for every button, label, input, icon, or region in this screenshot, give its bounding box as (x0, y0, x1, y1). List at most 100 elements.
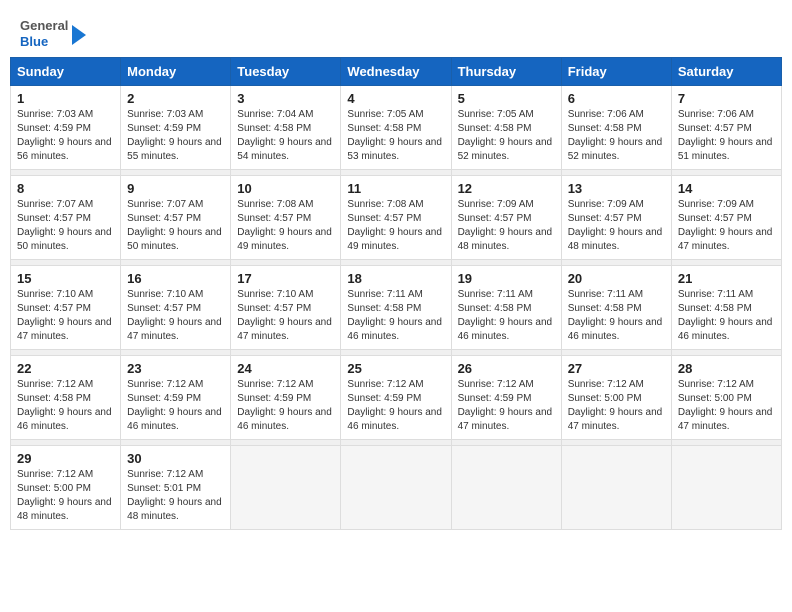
calendar-day-cell: 30 Sunrise: 7:12 AM Sunset: 5:01 PM Dayl… (121, 446, 231, 530)
calendar-day-cell: 23 Sunrise: 7:12 AM Sunset: 4:59 PM Dayl… (121, 356, 231, 440)
calendar-day-cell: 11 Sunrise: 7:08 AM Sunset: 4:57 PM Dayl… (341, 176, 451, 260)
day-info: Sunrise: 7:11 AM Sunset: 4:58 PM Dayligh… (347, 288, 444, 344)
day-number: 9 (127, 181, 224, 196)
logo-arrow-icon (72, 25, 86, 45)
logo-general: General (20, 18, 68, 34)
day-info: Sunrise: 7:09 AM Sunset: 4:57 PM Dayligh… (678, 198, 775, 254)
calendar-day-cell: 21 Sunrise: 7:11 AM Sunset: 4:58 PM Dayl… (671, 266, 781, 350)
calendar-day-cell: 24 Sunrise: 7:12 AM Sunset: 4:59 PM Dayl… (231, 356, 341, 440)
calendar-day-cell: 1 Sunrise: 7:03 AM Sunset: 4:59 PM Dayli… (11, 86, 121, 170)
day-number: 30 (127, 451, 224, 466)
weekday-header: Monday (121, 58, 231, 86)
weekday-header: Wednesday (341, 58, 451, 86)
calendar-day-cell: 16 Sunrise: 7:10 AM Sunset: 4:57 PM Dayl… (121, 266, 231, 350)
calendar-day-cell (561, 446, 671, 530)
day-number: 8 (17, 181, 114, 196)
day-number: 12 (458, 181, 555, 196)
calendar-day-cell (231, 446, 341, 530)
day-info: Sunrise: 7:11 AM Sunset: 4:58 PM Dayligh… (458, 288, 555, 344)
calendar-day-cell: 15 Sunrise: 7:10 AM Sunset: 4:57 PM Dayl… (11, 266, 121, 350)
day-number: 17 (237, 271, 334, 286)
calendar-week-row: 15 Sunrise: 7:10 AM Sunset: 4:57 PM Dayl… (11, 266, 782, 350)
logo-text: General Blue (20, 18, 68, 49)
calendar-day-cell: 19 Sunrise: 7:11 AM Sunset: 4:58 PM Dayl… (451, 266, 561, 350)
day-number: 15 (17, 271, 114, 286)
day-number: 7 (678, 91, 775, 106)
day-info: Sunrise: 7:08 AM Sunset: 4:57 PM Dayligh… (237, 198, 334, 254)
day-number: 5 (458, 91, 555, 106)
day-number: 2 (127, 91, 224, 106)
day-info: Sunrise: 7:12 AM Sunset: 5:00 PM Dayligh… (678, 378, 775, 434)
calendar-week-row: 29 Sunrise: 7:12 AM Sunset: 5:00 PM Dayl… (11, 446, 782, 530)
day-info: Sunrise: 7:10 AM Sunset: 4:57 PM Dayligh… (237, 288, 334, 344)
day-info: Sunrise: 7:12 AM Sunset: 5:00 PM Dayligh… (17, 468, 114, 524)
day-number: 13 (568, 181, 665, 196)
calendar-day-cell: 7 Sunrise: 7:06 AM Sunset: 4:57 PM Dayli… (671, 86, 781, 170)
day-info: Sunrise: 7:06 AM Sunset: 4:57 PM Dayligh… (678, 108, 775, 164)
day-info: Sunrise: 7:03 AM Sunset: 4:59 PM Dayligh… (127, 108, 224, 164)
calendar-day-cell (341, 446, 451, 530)
day-number: 14 (678, 181, 775, 196)
calendar-week-row: 1 Sunrise: 7:03 AM Sunset: 4:59 PM Dayli… (11, 86, 782, 170)
calendar-day-cell: 28 Sunrise: 7:12 AM Sunset: 5:00 PM Dayl… (671, 356, 781, 440)
day-number: 25 (347, 361, 444, 376)
day-number: 29 (17, 451, 114, 466)
calendar-day-cell: 27 Sunrise: 7:12 AM Sunset: 5:00 PM Dayl… (561, 356, 671, 440)
day-number: 21 (678, 271, 775, 286)
day-number: 11 (347, 181, 444, 196)
day-info: Sunrise: 7:10 AM Sunset: 4:57 PM Dayligh… (17, 288, 114, 344)
calendar-table: SundayMondayTuesdayWednesdayThursdayFrid… (10, 57, 782, 530)
calendar-day-cell: 8 Sunrise: 7:07 AM Sunset: 4:57 PM Dayli… (11, 176, 121, 260)
day-info: Sunrise: 7:09 AM Sunset: 4:57 PM Dayligh… (568, 198, 665, 254)
day-info: Sunrise: 7:03 AM Sunset: 4:59 PM Dayligh… (17, 108, 114, 164)
day-info: Sunrise: 7:12 AM Sunset: 4:59 PM Dayligh… (458, 378, 555, 434)
calendar-day-cell: 12 Sunrise: 7:09 AM Sunset: 4:57 PM Dayl… (451, 176, 561, 260)
day-number: 20 (568, 271, 665, 286)
day-info: Sunrise: 7:12 AM Sunset: 4:59 PM Dayligh… (237, 378, 334, 434)
logo: General Blue (20, 18, 86, 49)
day-number: 16 (127, 271, 224, 286)
day-number: 4 (347, 91, 444, 106)
weekday-header: Thursday (451, 58, 561, 86)
calendar-header-row: SundayMondayTuesdayWednesdayThursdayFrid… (11, 58, 782, 86)
calendar-day-cell: 20 Sunrise: 7:11 AM Sunset: 4:58 PM Dayl… (561, 266, 671, 350)
day-number: 18 (347, 271, 444, 286)
day-info: Sunrise: 7:12 AM Sunset: 4:59 PM Dayligh… (127, 378, 224, 434)
header: General Blue (10, 10, 782, 53)
day-number: 27 (568, 361, 665, 376)
calendar-day-cell: 26 Sunrise: 7:12 AM Sunset: 4:59 PM Dayl… (451, 356, 561, 440)
calendar-day-cell: 4 Sunrise: 7:05 AM Sunset: 4:58 PM Dayli… (341, 86, 451, 170)
calendar-day-cell: 2 Sunrise: 7:03 AM Sunset: 4:59 PM Dayli… (121, 86, 231, 170)
calendar-day-cell (671, 446, 781, 530)
day-number: 22 (17, 361, 114, 376)
day-info: Sunrise: 7:11 AM Sunset: 4:58 PM Dayligh… (678, 288, 775, 344)
day-info: Sunrise: 7:09 AM Sunset: 4:57 PM Dayligh… (458, 198, 555, 254)
day-info: Sunrise: 7:12 AM Sunset: 5:00 PM Dayligh… (568, 378, 665, 434)
day-number: 19 (458, 271, 555, 286)
calendar-day-cell: 25 Sunrise: 7:12 AM Sunset: 4:59 PM Dayl… (341, 356, 451, 440)
day-info: Sunrise: 7:05 AM Sunset: 4:58 PM Dayligh… (458, 108, 555, 164)
day-info: Sunrise: 7:04 AM Sunset: 4:58 PM Dayligh… (237, 108, 334, 164)
day-info: Sunrise: 7:11 AM Sunset: 4:58 PM Dayligh… (568, 288, 665, 344)
weekday-header: Tuesday (231, 58, 341, 86)
calendar-day-cell: 9 Sunrise: 7:07 AM Sunset: 4:57 PM Dayli… (121, 176, 231, 260)
day-info: Sunrise: 7:07 AM Sunset: 4:57 PM Dayligh… (17, 198, 114, 254)
calendar-day-cell: 6 Sunrise: 7:06 AM Sunset: 4:58 PM Dayli… (561, 86, 671, 170)
day-number: 28 (678, 361, 775, 376)
day-number: 10 (237, 181, 334, 196)
calendar-day-cell: 17 Sunrise: 7:10 AM Sunset: 4:57 PM Dayl… (231, 266, 341, 350)
day-number: 24 (237, 361, 334, 376)
day-info: Sunrise: 7:06 AM Sunset: 4:58 PM Dayligh… (568, 108, 665, 164)
calendar-day-cell: 3 Sunrise: 7:04 AM Sunset: 4:58 PM Dayli… (231, 86, 341, 170)
logo-blue: Blue (20, 34, 68, 50)
calendar-day-cell: 18 Sunrise: 7:11 AM Sunset: 4:58 PM Dayl… (341, 266, 451, 350)
calendar-day-cell: 14 Sunrise: 7:09 AM Sunset: 4:57 PM Dayl… (671, 176, 781, 260)
day-info: Sunrise: 7:07 AM Sunset: 4:57 PM Dayligh… (127, 198, 224, 254)
calendar-day-cell (451, 446, 561, 530)
weekday-header: Saturday (671, 58, 781, 86)
day-number: 23 (127, 361, 224, 376)
calendar-day-cell: 13 Sunrise: 7:09 AM Sunset: 4:57 PM Dayl… (561, 176, 671, 260)
day-number: 26 (458, 361, 555, 376)
weekday-header: Sunday (11, 58, 121, 86)
day-info: Sunrise: 7:10 AM Sunset: 4:57 PM Dayligh… (127, 288, 224, 344)
